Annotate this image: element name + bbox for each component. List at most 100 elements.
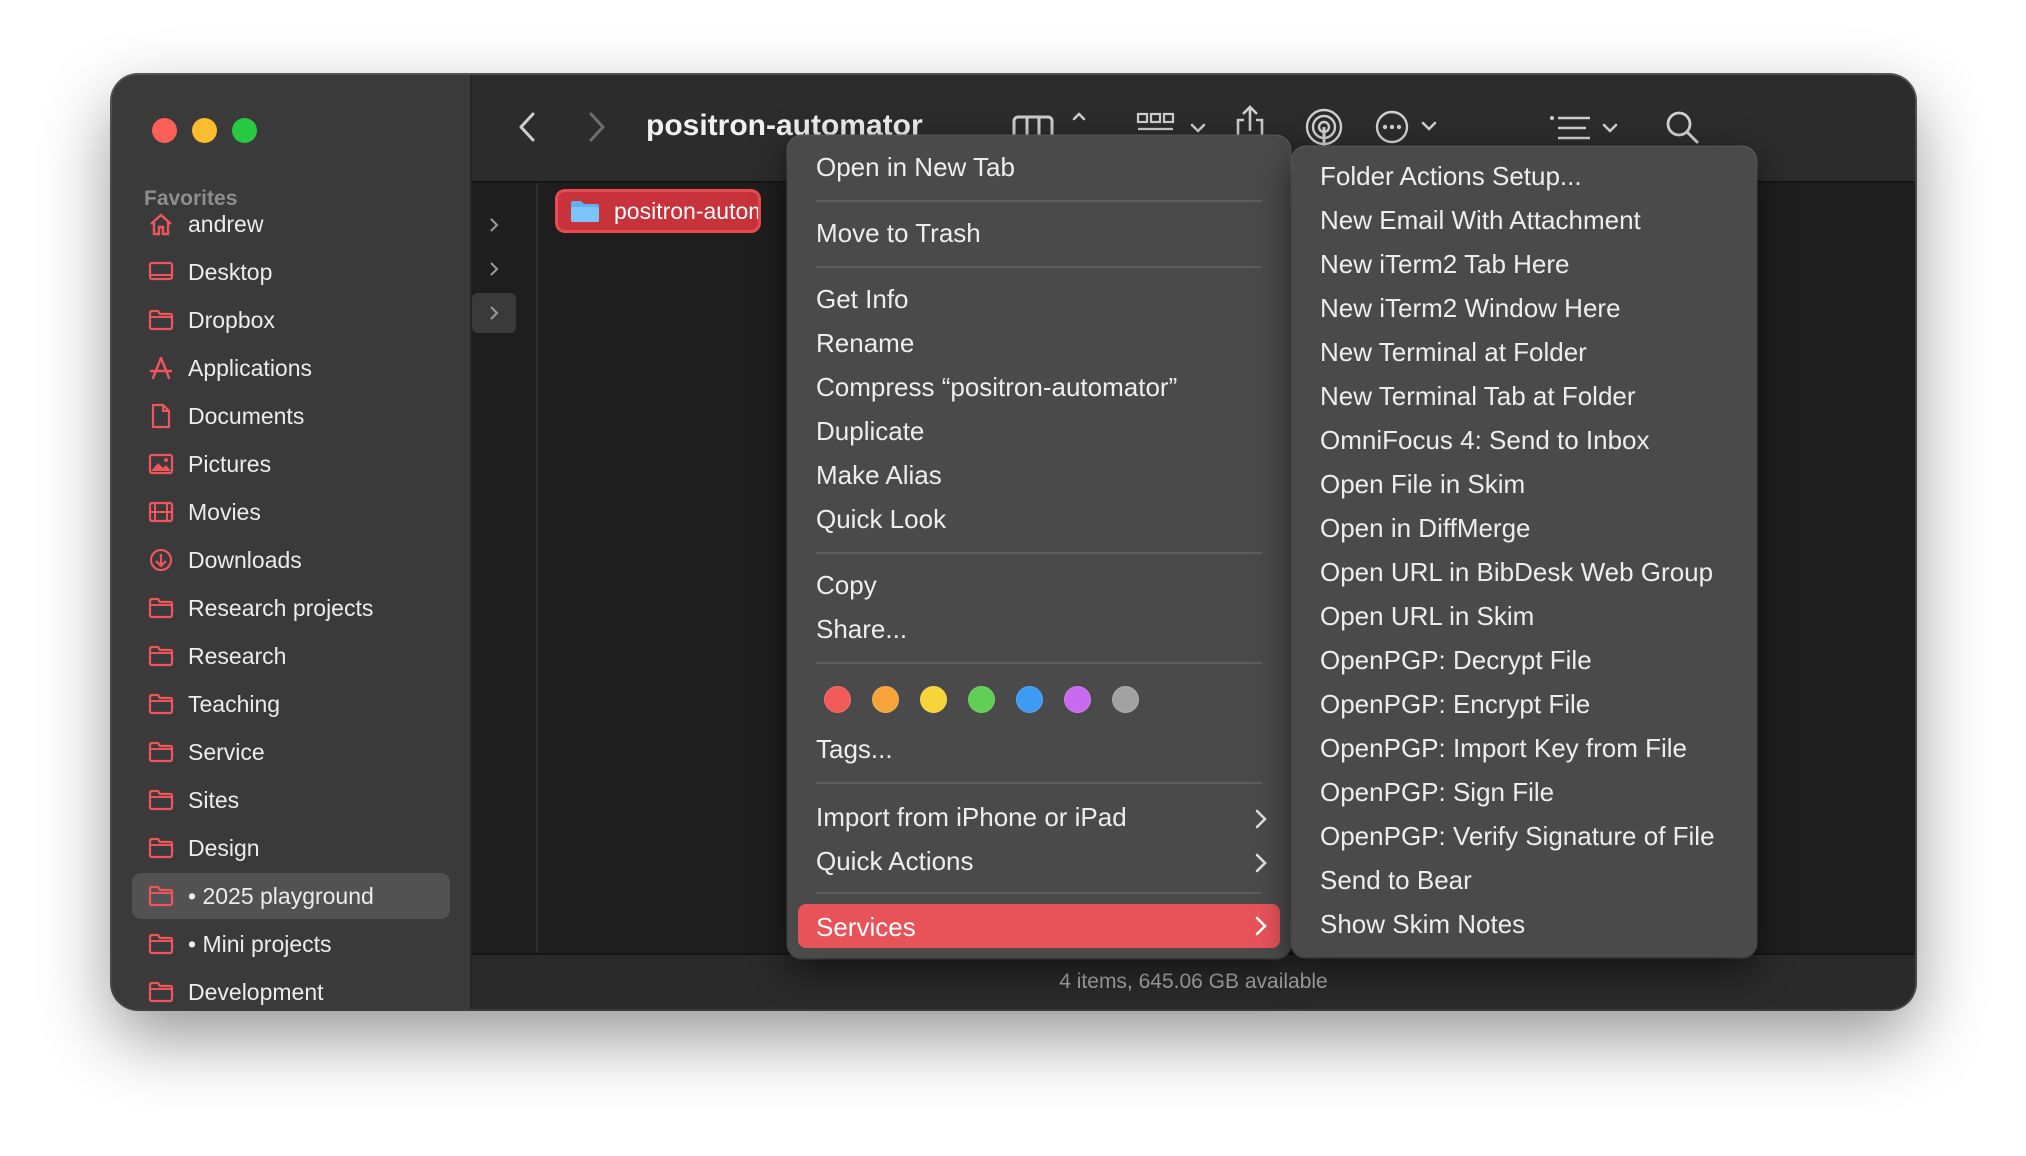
sidebar-item-label: Movies <box>188 498 261 525</box>
chevron-right-icon <box>1255 809 1267 829</box>
folder-icon <box>146 739 176 765</box>
sidebar-item-downloads[interactable]: Downloads <box>132 537 450 583</box>
folder-icon <box>146 307 176 333</box>
services-item[interactable]: Open in DiffMerge <box>1320 513 1531 544</box>
services-item[interactable]: New Terminal at Folder <box>1320 337 1587 368</box>
folder-icon <box>146 931 176 957</box>
airdrop-icon[interactable] <box>1302 105 1346 149</box>
folder-icon <box>146 787 176 813</box>
sidebar-item-label: Desktop <box>188 258 273 285</box>
sidebar-item-development[interactable]: Development <box>132 969 450 1009</box>
menu-separator <box>816 266 1262 268</box>
services-item[interactable]: OmniFocus 4: Send to Inbox <box>1320 425 1650 456</box>
context-menu: Open in New Tab Move to Trash Get Info R… <box>788 136 1290 958</box>
menu-item-import-from-iphone[interactable]: Import from iPhone or iPad <box>816 802 1127 833</box>
menu-separator <box>816 552 1262 554</box>
menu-item-services[interactable]: Services <box>816 912 916 943</box>
menu-separator <box>816 200 1262 202</box>
services-item[interactable]: New Terminal Tab at Folder <box>1320 381 1636 412</box>
tag-color-green[interactable] <box>968 686 995 713</box>
menu-item-tags[interactable]: Tags... <box>816 734 893 765</box>
sidebar-item-applications[interactable]: Applications <box>132 345 450 391</box>
sidebar-item-research-projects[interactable]: Research projects <box>132 585 450 631</box>
sidebar-item-sites[interactable]: Sites <box>132 777 450 823</box>
zoom-button[interactable] <box>232 118 257 143</box>
tag-color-orange[interactable] <box>872 686 899 713</box>
list-sort-icon[interactable] <box>1548 109 1626 149</box>
folder-icon <box>146 643 176 669</box>
tag-color-gray[interactable] <box>1112 686 1139 713</box>
services-item[interactable]: OpenPGP: Import Key from File <box>1320 733 1687 764</box>
sidebar-item-desktop[interactable]: Desktop <box>132 249 450 295</box>
services-item[interactable]: Send to Bear <box>1320 865 1472 896</box>
services-item[interactable]: OpenPGP: Verify Signature of File <box>1320 821 1715 852</box>
sidebar-item-mini-projects[interactable]: • Mini projects <box>132 921 450 967</box>
sidebar-item-andrew[interactable]: andrew <box>132 201 450 247</box>
tag-color-purple[interactable] <box>1064 686 1091 713</box>
services-item[interactable]: OpenPGP: Sign File <box>1320 777 1554 808</box>
menu-item-quick-actions[interactable]: Quick Actions <box>816 846 974 877</box>
sidebar-item-teaching[interactable]: Teaching <box>132 681 450 727</box>
sidebar-item-2025-playground[interactable]: • 2025 playground <box>132 873 450 919</box>
services-item[interactable]: Folder Actions Setup... <box>1320 161 1582 192</box>
services-item[interactable]: Open File in Skim <box>1320 469 1525 500</box>
pictures-icon <box>146 451 176 477</box>
tag-color-red[interactable] <box>824 686 851 713</box>
sidebar-item-design[interactable]: Design <box>132 825 450 871</box>
sidebar-item-label: Sites <box>188 786 240 813</box>
services-item[interactable]: New iTerm2 Window Here <box>1320 293 1621 324</box>
services-item[interactable]: Open URL in BibDesk Web Group <box>1320 557 1713 588</box>
menu-item-open-in-new-tab[interactable]: Open in New Tab <box>816 152 1015 183</box>
sidebar-item-label: Design <box>188 834 260 861</box>
selected-folder-item[interactable]: positron-autom <box>558 192 758 230</box>
sidebar-item-label: • Mini projects <box>188 930 332 957</box>
disclosure-chevron[interactable] <box>472 205 516 245</box>
services-item[interactable]: Show Skim Notes <box>1320 909 1525 940</box>
sidebar-item-label: Development <box>188 978 324 1005</box>
services-item[interactable]: New Email With Attachment <box>1320 205 1641 236</box>
disclosure-chevron[interactable] <box>472 293 516 333</box>
sidebar-item-dropbox[interactable]: Dropbox <box>132 297 450 343</box>
folder-icon <box>570 199 600 223</box>
sidebar-item-label: andrew <box>188 210 264 237</box>
services-item[interactable]: OpenPGP: Decrypt File <box>1320 645 1592 676</box>
sidebar-item-research[interactable]: Research <box>132 633 450 679</box>
services-item[interactable]: New iTerm2 Tab Here <box>1320 249 1570 280</box>
search-icon[interactable] <box>1662 107 1702 147</box>
forward-icon[interactable] <box>582 107 612 147</box>
more-actions-icon[interactable] <box>1374 107 1444 147</box>
back-icon[interactable] <box>512 107 542 147</box>
menu-separator <box>816 892 1262 894</box>
menu-item-duplicate[interactable]: Duplicate <box>816 416 924 447</box>
services-item[interactable]: Open URL in Skim <box>1320 601 1534 632</box>
sidebar-item-pictures[interactable]: Pictures <box>132 441 450 487</box>
menu-item-make-alias[interactable]: Make Alias <box>816 460 942 491</box>
home-icon <box>146 211 176 237</box>
sidebar-item-documents[interactable]: Documents <box>132 393 450 439</box>
status-bar: 4 items, 645.06 GB available <box>472 953 1915 1009</box>
menu-item-compress[interactable]: Compress “positron-automator” <box>816 372 1177 403</box>
menu-item-get-info[interactable]: Get Info <box>816 284 909 315</box>
menu-item-copy[interactable]: Copy <box>816 570 877 601</box>
chevron-right-icon <box>1255 916 1267 936</box>
menu-item-move-to-trash[interactable]: Move to Trash <box>816 218 981 249</box>
sidebar-item-label: Service <box>188 738 265 765</box>
sidebar-item-service[interactable]: Service <box>132 729 450 775</box>
menu-separator <box>816 662 1262 664</box>
tag-color-blue[interactable] <box>1016 686 1043 713</box>
sidebar-item-movies[interactable]: Movies <box>132 489 450 535</box>
sidebar-item-label: Dropbox <box>188 306 275 333</box>
menu-item-quick-look[interactable]: Quick Look <box>816 504 946 535</box>
menu-item-rename[interactable]: Rename <box>816 328 914 359</box>
menu-item-share[interactable]: Share... <box>816 614 907 645</box>
close-button[interactable] <box>152 118 177 143</box>
minimize-button[interactable] <box>192 118 217 143</box>
tag-color-yellow[interactable] <box>920 686 947 713</box>
desktop-icon <box>146 259 176 285</box>
downloads-icon <box>146 547 176 573</box>
services-item[interactable]: OpenPGP: Encrypt File <box>1320 689 1590 720</box>
folder-icon <box>146 979 176 1005</box>
disclosure-chevron[interactable] <box>472 249 516 289</box>
services-submenu: Folder Actions Setup... New Email With At… <box>1292 147 1756 957</box>
sidebar-item-label: Research <box>188 642 287 669</box>
